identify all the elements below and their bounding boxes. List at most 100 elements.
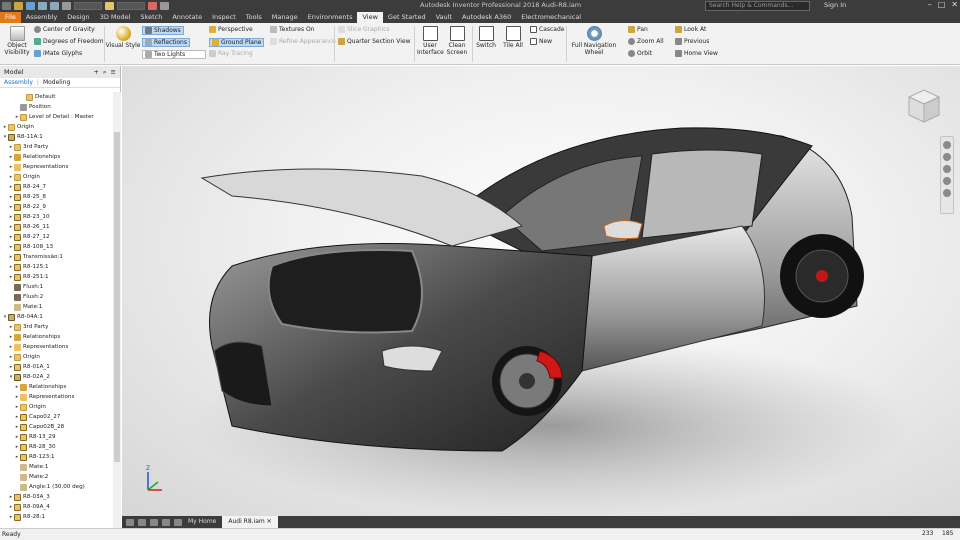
menu-icon[interactable]: ≡ bbox=[111, 68, 116, 77]
browser-tree-item[interactable]: Mate:2 bbox=[0, 472, 113, 482]
browser-tree-item[interactable]: ▸ Origin bbox=[0, 352, 113, 362]
browser-tree-item[interactable]: ▸ R8-125:1 bbox=[0, 262, 113, 272]
browser-tree-item[interactable]: ▸ R8-22_9 bbox=[0, 202, 113, 212]
home-view-button[interactable]: Home View bbox=[675, 50, 718, 57]
search-icon[interactable]: ⌕ bbox=[103, 68, 107, 77]
save-icon[interactable] bbox=[26, 2, 35, 10]
tab-assembly[interactable]: Assembly bbox=[21, 12, 62, 23]
browser-tree-item[interactable]: ▾ R8-11A:1 bbox=[0, 132, 113, 142]
browser-tree-item[interactable]: Mate:1 bbox=[0, 462, 113, 472]
browser-tree-item[interactable]: ▸ Representations bbox=[0, 162, 113, 172]
pan-nav-icon[interactable] bbox=[943, 153, 951, 161]
open-icon[interactable] bbox=[14, 2, 23, 10]
refine-appearance-button[interactable]: Refine Appearance bbox=[270, 38, 336, 45]
browser-tree-item[interactable]: ▸ Relationships bbox=[0, 332, 113, 342]
browser-tree-item[interactable]: ▸ Level of Detail : Master bbox=[0, 112, 113, 122]
tab-environments[interactable]: Environments bbox=[303, 12, 358, 23]
browser-tree-item[interactable]: ▸ 3rd Party bbox=[0, 142, 113, 152]
orbit-nav-icon[interactable] bbox=[943, 177, 951, 185]
browser-tree-item[interactable]: ▸ Representations bbox=[0, 342, 113, 352]
clean-screen-button[interactable]: Clean Screen bbox=[446, 26, 468, 56]
return-icon[interactable] bbox=[62, 2, 71, 10]
degrees-of-freedom-button[interactable]: Degrees of Freedom bbox=[34, 38, 104, 45]
steering-wheel-icon[interactable] bbox=[943, 141, 951, 149]
browser-tree-item[interactable]: ▸ R8-01A_1 bbox=[0, 362, 113, 372]
browser-tree-item[interactable]: ▸ Capo02B_28 bbox=[0, 422, 113, 432]
tab-inspect[interactable]: Inspect bbox=[207, 12, 241, 23]
redo-icon[interactable] bbox=[50, 2, 59, 10]
browser-tree-item[interactable]: ▾ R8-04A:1 bbox=[0, 312, 113, 322]
tab-electromechanical[interactable]: Electromechanical bbox=[516, 12, 586, 23]
browser-tree-item[interactable]: Mate:1 bbox=[0, 302, 113, 312]
tab-tools[interactable]: Tools bbox=[241, 12, 267, 23]
appearance-icon[interactable] bbox=[105, 2, 114, 10]
ground-plane-toggle[interactable]: Ground Plane bbox=[209, 38, 265, 47]
browser-tree-item[interactable]: ▸ Origin bbox=[0, 172, 113, 182]
browser-tree-item[interactable]: Angle:1 (30,00 deg) bbox=[0, 482, 113, 492]
browser-tree-item[interactable]: ▸ Origin bbox=[0, 122, 113, 132]
orbit-button[interactable]: Orbit bbox=[628, 50, 652, 57]
tab-view[interactable]: View bbox=[357, 12, 383, 23]
browser-tree-item[interactable]: ▸ R8-24_7 bbox=[0, 182, 113, 192]
user-interface-button[interactable]: User Interface bbox=[417, 26, 444, 56]
appearance-dropdown[interactable] bbox=[117, 2, 145, 10]
browser-tree-item[interactable]: Position bbox=[0, 102, 113, 112]
browser-tree-item[interactable]: ▸ Relationships bbox=[0, 382, 113, 392]
browser-tree-item[interactable]: ▸ Representations bbox=[0, 392, 113, 402]
browser-tree-item[interactable]: ▸ Origin bbox=[0, 402, 113, 412]
slice-graphics-button[interactable]: Slice Graphics bbox=[338, 26, 390, 33]
tab-3d-model[interactable]: 3D Model bbox=[95, 12, 136, 23]
tab-annotate[interactable]: Annotate bbox=[167, 12, 207, 23]
browser-tree-item[interactable]: ▸ R8-27_12 bbox=[0, 232, 113, 242]
visual-style-button[interactable]: Visual Style bbox=[106, 26, 140, 49]
browser-scrollbar[interactable] bbox=[113, 92, 121, 528]
pan-button[interactable]: Pan bbox=[628, 26, 648, 33]
tab-audi-r8-document[interactable]: Audi R8.iam ✕ bbox=[222, 516, 278, 528]
sign-in-link[interactable]: Sign In bbox=[824, 1, 846, 9]
close-tab-icon[interactable]: ✕ bbox=[267, 518, 272, 525]
perspective-button[interactable]: Perspective bbox=[209, 26, 253, 33]
browser-tree-item[interactable]: ▸ R8-25_8 bbox=[0, 192, 113, 202]
look-at-nav-icon[interactable] bbox=[943, 189, 951, 197]
reflections-toggle[interactable]: Reflections bbox=[142, 38, 190, 47]
browser-tree-item[interactable]: ▸ R8-108_13 bbox=[0, 242, 113, 252]
app-menu-icon[interactable] bbox=[2, 2, 11, 10]
close-icon[interactable]: ✕ bbox=[951, 0, 958, 9]
shadows-toggle[interactable]: Shadows bbox=[142, 26, 184, 35]
browser-tree-item[interactable]: ▸ Capo02_27 bbox=[0, 412, 113, 422]
browser-tree-item[interactable]: ▸ R8-09A_4 bbox=[0, 502, 113, 512]
cascade-doc-icon[interactable] bbox=[150, 518, 158, 526]
tab-my-home[interactable]: My Home bbox=[182, 516, 222, 528]
new-window-button[interactable]: New bbox=[530, 38, 552, 45]
tab-vault[interactable]: Vault bbox=[431, 12, 457, 23]
maximize-icon[interactable]: □ bbox=[938, 0, 946, 9]
minimize-icon[interactable]: – bbox=[928, 0, 932, 9]
tile-vertical-icon[interactable] bbox=[138, 518, 146, 526]
browser-tree-item[interactable]: ▸ R8-123:1 bbox=[0, 452, 113, 462]
lighting-style-dropdown[interactable]: Two Lights bbox=[142, 50, 206, 59]
adjust-icon[interactable] bbox=[148, 2, 157, 10]
zoom-nav-icon[interactable] bbox=[943, 165, 951, 173]
browser-tree-item[interactable]: ▸ Transmissão:1 bbox=[0, 252, 113, 262]
add-icon[interactable]: + bbox=[93, 68, 98, 77]
tab-autodesk-a360[interactable]: Autodesk A360 bbox=[457, 12, 516, 23]
tab-modeling-browser[interactable]: Modeling bbox=[43, 79, 70, 86]
windows-list-icon[interactable] bbox=[174, 518, 182, 526]
tab-get-started[interactable]: Get Started bbox=[383, 12, 431, 23]
textures-on-button[interactable]: Textures On bbox=[270, 26, 315, 33]
full-navigation-wheel-button[interactable]: Full Navigation Wheel bbox=[570, 26, 618, 56]
center-of-gravity-button[interactable]: Center of Gravity bbox=[34, 26, 95, 33]
browser-tree-item[interactable]: Flush:1 bbox=[0, 282, 113, 292]
material-dropdown[interactable] bbox=[74, 2, 102, 10]
graphics-viewport[interactable]: Z bbox=[122, 66, 960, 516]
browser-tree-item[interactable]: ▸ R8-28_30 bbox=[0, 442, 113, 452]
arrange-icon[interactable] bbox=[162, 518, 170, 526]
undo-icon[interactable] bbox=[38, 2, 47, 10]
browser-tree-item[interactable]: ▾ R8-02A_2 bbox=[0, 372, 113, 382]
tab-design[interactable]: Design bbox=[62, 12, 94, 23]
switch-button[interactable]: Switch bbox=[475, 26, 497, 49]
tab-manage[interactable]: Manage bbox=[267, 12, 303, 23]
browser-tree-item[interactable]: ▸ R8-26_11 bbox=[0, 222, 113, 232]
object-visibility-button[interactable]: Object Visibility bbox=[4, 26, 30, 56]
look-at-button[interactable]: Look At bbox=[675, 26, 706, 33]
